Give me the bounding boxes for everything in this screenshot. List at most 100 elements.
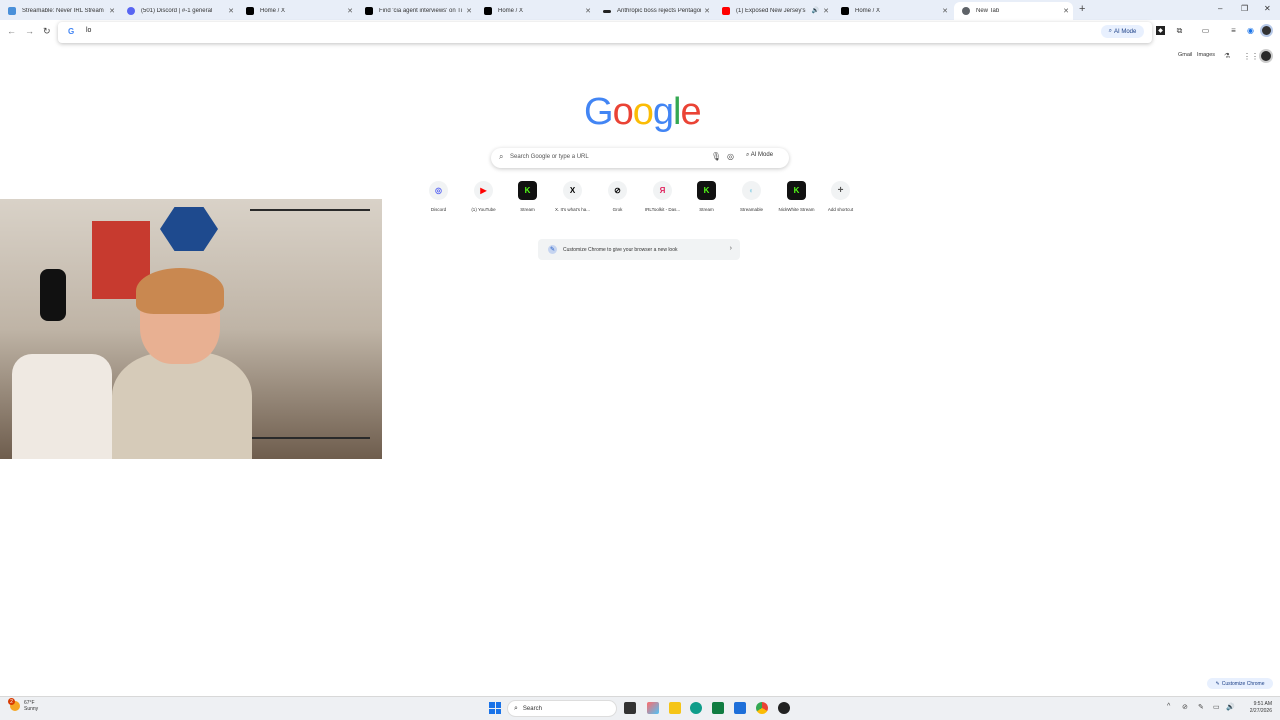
tab-search-icon[interactable]: ≡ (1229, 26, 1238, 35)
palette-icon: ✎ (548, 245, 557, 254)
shortcut-tile[interactable]: ◐ Streamable (729, 181, 774, 217)
close-icon[interactable]: ✕ (823, 7, 829, 15)
account-avatar[interactable] (1259, 49, 1273, 63)
avatar[interactable] (1260, 24, 1273, 37)
shortcut-label: Stream (520, 207, 535, 212)
copilot-icon[interactable] (647, 702, 659, 714)
add-shortcut-button[interactable]: + Add shortcut (818, 181, 863, 217)
restore-icon[interactable]: ❐ (1241, 4, 1248, 13)
shortcut-tile[interactable]: ▶ (1) YouTube (461, 181, 506, 217)
kick-icon: K (787, 181, 806, 200)
tab[interactable]: Anthropic boss rejects Pentagon ✕ (595, 2, 714, 20)
close-icon[interactable]: ✕ (942, 7, 948, 15)
new-tab-button[interactable]: + (1079, 3, 1085, 15)
tab-title: Anthropic boss rejects Pentagon (617, 8, 701, 14)
volume-icon[interactable]: 🔊 (1226, 703, 1235, 711)
hair (136, 268, 224, 314)
google-logo: Google (584, 91, 702, 133)
tab[interactable]: Find 'cia agent interviews' on Ti ✕ (357, 2, 476, 20)
logo-letter: o (632, 91, 654, 133)
mail-icon[interactable] (734, 702, 746, 714)
shortcut-tile[interactable]: K NickWhite Stream (774, 181, 819, 217)
address-bar[interactable]: G lo (58, 22, 1152, 43)
profile-sync-icon[interactable]: ◉ (1246, 26, 1255, 35)
tab[interactable]: Home / X ✕ (833, 2, 952, 20)
grok-icon: ⊘ (608, 181, 627, 200)
tab-title: Home / X (260, 8, 286, 14)
shortcut-label: X. It's what's ha... (555, 207, 590, 212)
close-window-icon[interactable]: ✕ (1264, 4, 1271, 13)
logo-letter: g (652, 91, 674, 133)
customize-chrome-button[interactable]: ✎ Customize Chrome (1207, 678, 1273, 689)
microphone-icon[interactable]: 🎙 (711, 152, 721, 161)
webcam-overlay (0, 199, 382, 459)
network-off-icon[interactable]: ⊘ (1182, 703, 1188, 711)
tab[interactable]: Home / X ✕ (238, 2, 357, 20)
weather-widget[interactable]: 2 67°F Sunny (8, 698, 38, 712)
side-panel-icon[interactable]: ▭ (1201, 26, 1210, 35)
shortcut-tile[interactable]: Я IRLToolkit - Das... (640, 181, 685, 217)
obs-icon[interactable] (778, 702, 790, 714)
images-link[interactable]: Images (1197, 52, 1215, 58)
excel-icon[interactable] (712, 702, 724, 714)
tab-favicon (8, 7, 16, 15)
close-icon[interactable]: ✕ (704, 7, 710, 15)
ai-mode-button[interactable]: ⌕ AI Mode (1101, 25, 1144, 38)
back-icon[interactable]: ← (7, 26, 16, 36)
tab[interactable]: Streamable: Never IRL Stream Ha ✕ (0, 2, 119, 20)
taskbar-search-label: Search (522, 705, 542, 712)
search-icon: ⌕ (499, 152, 504, 161)
irltoolkit-icon: Я (653, 181, 672, 200)
file-explorer-icon[interactable] (669, 702, 681, 714)
shortcut-label: Discord (430, 207, 447, 212)
task-view-icon[interactable] (624, 702, 636, 714)
close-icon[interactable]: ✕ (347, 7, 353, 15)
shortcut-label: NickWhite Stream (778, 207, 815, 212)
close-icon[interactable]: ✕ (109, 7, 115, 15)
forward-icon[interactable]: → (25, 26, 34, 36)
ai-mode-link[interactable]: ⌕ AI Mode (746, 152, 773, 159)
extension-icon[interactable]: ◆ (1156, 26, 1165, 35)
clock[interactable]: 9:51 AM 2/27/2026 (1240, 701, 1272, 715)
tab[interactable]: Home / X ✕ (476, 2, 595, 20)
address-input[interactable]: lo (86, 27, 91, 34)
microphone-arm (40, 269, 66, 321)
close-icon[interactable]: ✕ (1063, 7, 1069, 15)
taskbar-search[interactable]: ⌕ Search (507, 700, 617, 717)
clock-date: 2/27/2026 (1249, 708, 1272, 714)
shortcut-label: Add shortcut (827, 207, 854, 212)
customize-chrome-card[interactable]: ✎ Customize Chrome to give your browser … (538, 239, 740, 260)
monitor-icon[interactable]: ▭ (1213, 703, 1220, 711)
labs-flask-icon[interactable]: ⚗ (1224, 52, 1230, 60)
apps-grid-icon[interactable]: ⋮⋮ (1243, 52, 1259, 61)
close-icon[interactable]: ✕ (585, 7, 591, 15)
extensions-puzzle-icon[interactable]: ⧉ (1175, 26, 1184, 35)
shortcut-tile[interactable]: ◎ Discord (416, 181, 461, 217)
notification-badge: 2 (8, 698, 15, 705)
edge-icon[interactable] (690, 702, 702, 714)
search-input[interactable]: Search Google or type a URL (510, 154, 589, 160)
customize-chrome-label: Customize Chrome (1221, 680, 1265, 687)
windows-start-icon[interactable] (489, 702, 501, 714)
shortcut-tile[interactable]: ⊘ Grok (595, 181, 640, 217)
pen-icon[interactable]: ✎ (1198, 703, 1204, 711)
close-icon[interactable]: ✕ (228, 7, 234, 15)
gmail-link[interactable]: Gmail (1178, 52, 1192, 58)
chair (12, 354, 112, 459)
minimize-icon[interactable]: – (1218, 4, 1222, 13)
speaker-icon[interactable]: 🔊 (812, 7, 819, 14)
streamer (12, 268, 252, 459)
shortcut-tile[interactable]: K Stream (684, 181, 729, 217)
google-lens-icon[interactable]: ◎ (727, 152, 734, 161)
reload-icon[interactable]: ↻ (43, 26, 51, 37)
pencil-icon: ✎ (1215, 680, 1220, 687)
shortcut-tile[interactable]: X X. It's what's ha... (550, 181, 595, 217)
search-box[interactable]: ⌕ Search Google or type a URL 🎙 ◎ ⌕ AI M… (491, 148, 789, 168)
chevron-up-icon[interactable]: ^ (1167, 703, 1170, 710)
tab-active[interactable]: New Tab ✕ (954, 2, 1073, 20)
shortcut-tile[interactable]: K Stream (505, 181, 550, 217)
chrome-icon[interactable] (756, 702, 768, 714)
close-icon[interactable]: ✕ (466, 7, 472, 15)
tab[interactable]: (501) Discord | #-1 general ✕ (119, 2, 238, 20)
tab[interactable]: (1) Exposed New Jersey's 🔊 ✕ (714, 2, 833, 20)
